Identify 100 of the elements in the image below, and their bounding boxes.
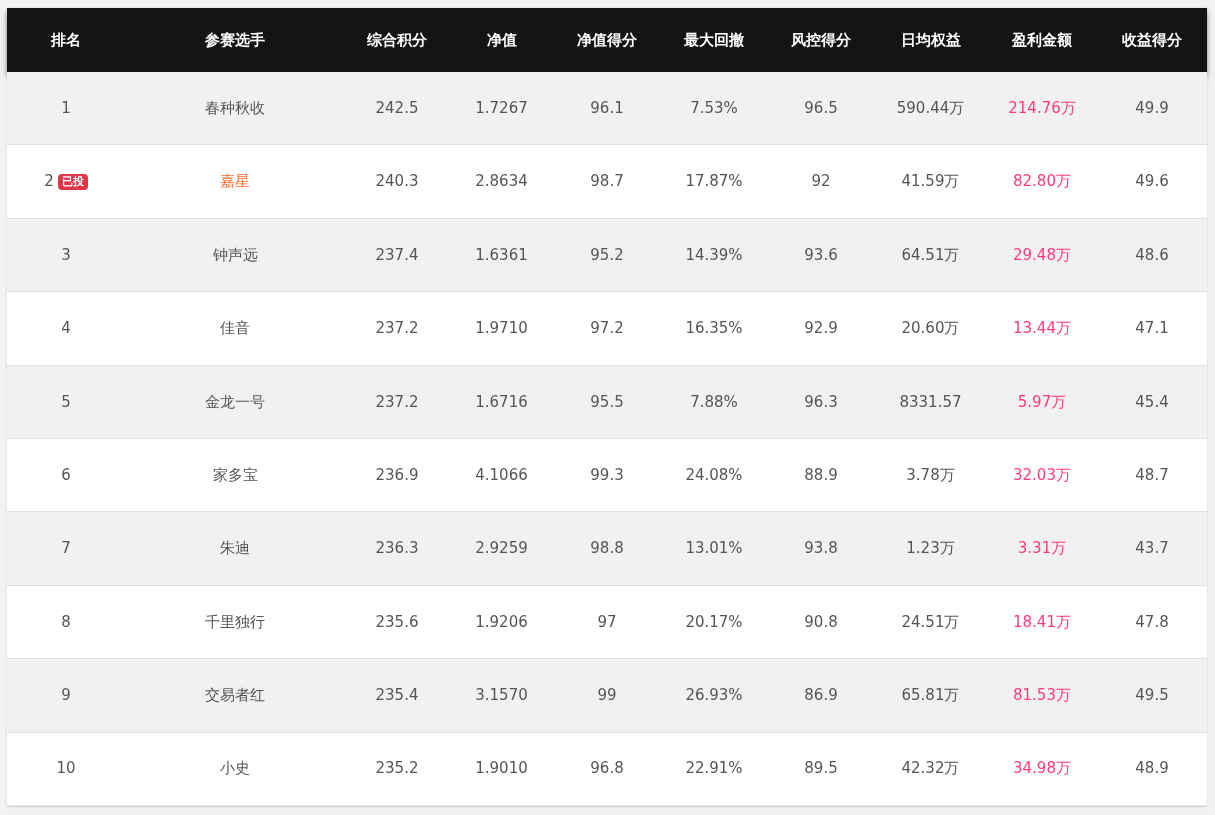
table-cell-text: 22.91%	[684, 758, 744, 780]
table-cell-text: 24.51万	[900, 611, 961, 633]
column-header: 风控得分	[790, 29, 852, 51]
table-cell-text: 99.3	[589, 464, 625, 486]
player-name: 春种秋收	[204, 97, 266, 119]
player-name: 千里独行	[204, 611, 266, 633]
table-cell-text: 92	[810, 171, 832, 193]
column-header: 日均权益	[899, 29, 962, 51]
player-name: 嘉星	[219, 171, 251, 193]
table-cell-text: 92.9	[803, 318, 839, 340]
table-cell-text: 43.7	[1134, 538, 1170, 560]
table-cell-text: 48.9	[1134, 758, 1170, 780]
table-cell-text: 86.9	[803, 685, 839, 707]
column-header: 综合积分	[366, 29, 428, 51]
table-cell-text: 89.5	[803, 758, 839, 780]
table-cell-text: 65.81万	[900, 685, 961, 707]
table-cell-text: 236.3	[374, 538, 420, 560]
table-cell-text: 5.97万	[1016, 391, 1068, 413]
table-cell-text: 34.98万	[1012, 758, 1072, 780]
table-cell-text: 214.76万	[1007, 97, 1077, 119]
table-cell-text: 97	[596, 611, 618, 633]
table-cell-text: 14.39%	[684, 244, 744, 266]
table-cell-text: 95.5	[589, 391, 625, 413]
table-cell-text: 24.08%	[684, 464, 744, 486]
table-cell-text: 1.7267	[474, 97, 529, 119]
player-name: 朱迪	[219, 538, 251, 560]
table-cell-text: 18.41万	[1012, 611, 1072, 633]
table-cell-text: 49.5	[1134, 685, 1170, 707]
table-cell-text: 237.2	[374, 318, 420, 340]
table-cell-text: 96.8	[589, 758, 625, 780]
player-name: 交易者红	[204, 685, 266, 707]
table-cell-text: 3.1570	[474, 685, 529, 707]
table-cell-text: 4.1066	[474, 464, 529, 486]
rank-number: 5	[61, 391, 71, 413]
table-cell-text: 237.2	[374, 391, 420, 413]
rank-number: 8	[61, 611, 71, 633]
table-cell-text: 93.6	[803, 244, 839, 266]
table-cell-text: 20.60万	[900, 318, 961, 340]
rank-number: 10	[56, 758, 76, 780]
table-cell-text: 93.8	[803, 538, 839, 560]
table-cell-text: 13.44万	[1012, 318, 1072, 340]
table-cell-text: 1.9010	[474, 758, 529, 780]
table-cell-text: 17.87%	[684, 171, 744, 193]
table-cell-text: 48.7	[1134, 464, 1170, 486]
table-cell-text: 29.48万	[1012, 244, 1072, 266]
table-cell-text: 1.9206	[474, 611, 529, 633]
table-cell-text: 96.5	[803, 97, 839, 119]
table-cell-text: 590.44万	[895, 97, 966, 119]
table-cell-text: 47.1	[1134, 318, 1170, 340]
player-name: 钟声远	[211, 244, 259, 266]
table-cell-text: 1.23万	[905, 538, 956, 560]
rank-number: 7	[61, 538, 71, 560]
column-header: 最大回撤	[683, 29, 745, 51]
column-header: 盈利金额	[1011, 29, 1073, 51]
table-cell-text: 1.6361	[474, 244, 529, 266]
table-cell-text: 98.7	[589, 171, 625, 193]
table-cell-text: 3.31万	[1016, 538, 1068, 560]
table-cell-text: 41.59万	[900, 171, 961, 193]
player-name: 金龙一号	[204, 391, 266, 413]
table-cell-text: 32.03万	[1012, 464, 1072, 486]
player-name: 家多宝	[211, 464, 259, 486]
table-cell-text: 98.8	[589, 538, 625, 560]
table-cell-text: 8331.57	[898, 391, 963, 413]
table-cell-text: 237.4	[374, 244, 420, 266]
table-cell-text: 242.5	[374, 97, 420, 119]
table-cell-text: 235.6	[374, 611, 420, 633]
table-cell-text: 81.53万	[1012, 685, 1072, 707]
table-cell-text: 49.6	[1134, 171, 1170, 193]
table-cell-text: 2.9259	[474, 538, 529, 560]
table-cell-text: 88.9	[803, 464, 839, 486]
rank-number: 1	[61, 97, 71, 119]
table-cell-text: 235.4	[374, 685, 420, 707]
table-cell-text: 240.3	[374, 171, 420, 193]
table-cell-text: 42.32万	[900, 758, 961, 780]
table-cell-text: 45.4	[1134, 391, 1170, 413]
table-cell-text: 20.17%	[684, 611, 744, 633]
table-cell-text: 16.35%	[684, 318, 744, 340]
table-cell-text: 47.8	[1134, 611, 1170, 633]
column-header: 排名	[50, 29, 82, 51]
table-cell-text: 99	[596, 685, 618, 707]
table-cell-text: 90.8	[803, 611, 839, 633]
table-cell-text: 235.2	[374, 758, 420, 780]
table-cell-text: 13.01%	[684, 538, 744, 560]
column-header: 收益得分	[1121, 29, 1183, 51]
table-cell-text: 26.93%	[684, 685, 744, 707]
table-cell-text: 48.6	[1134, 244, 1170, 266]
player-name: 佳音	[219, 318, 251, 340]
table-cell-text: 1.9710	[474, 318, 529, 340]
column-header: 净值得分	[576, 29, 638, 51]
table-cell-text: 64.51万	[900, 244, 961, 266]
table-cell-text: 1.6716	[474, 391, 529, 413]
table-cell-text: 96.1	[589, 97, 625, 119]
table-cell-text: 95.2	[589, 244, 625, 266]
rank-number: 9	[61, 685, 71, 707]
invested-badge: 已投	[57, 173, 88, 190]
rank-number: 2	[44, 171, 54, 193]
table-cell-text: 236.9	[374, 464, 420, 486]
player-name: 小史	[219, 758, 251, 780]
column-header: 净值	[485, 29, 518, 51]
table-cell-text: 96.3	[803, 391, 839, 413]
